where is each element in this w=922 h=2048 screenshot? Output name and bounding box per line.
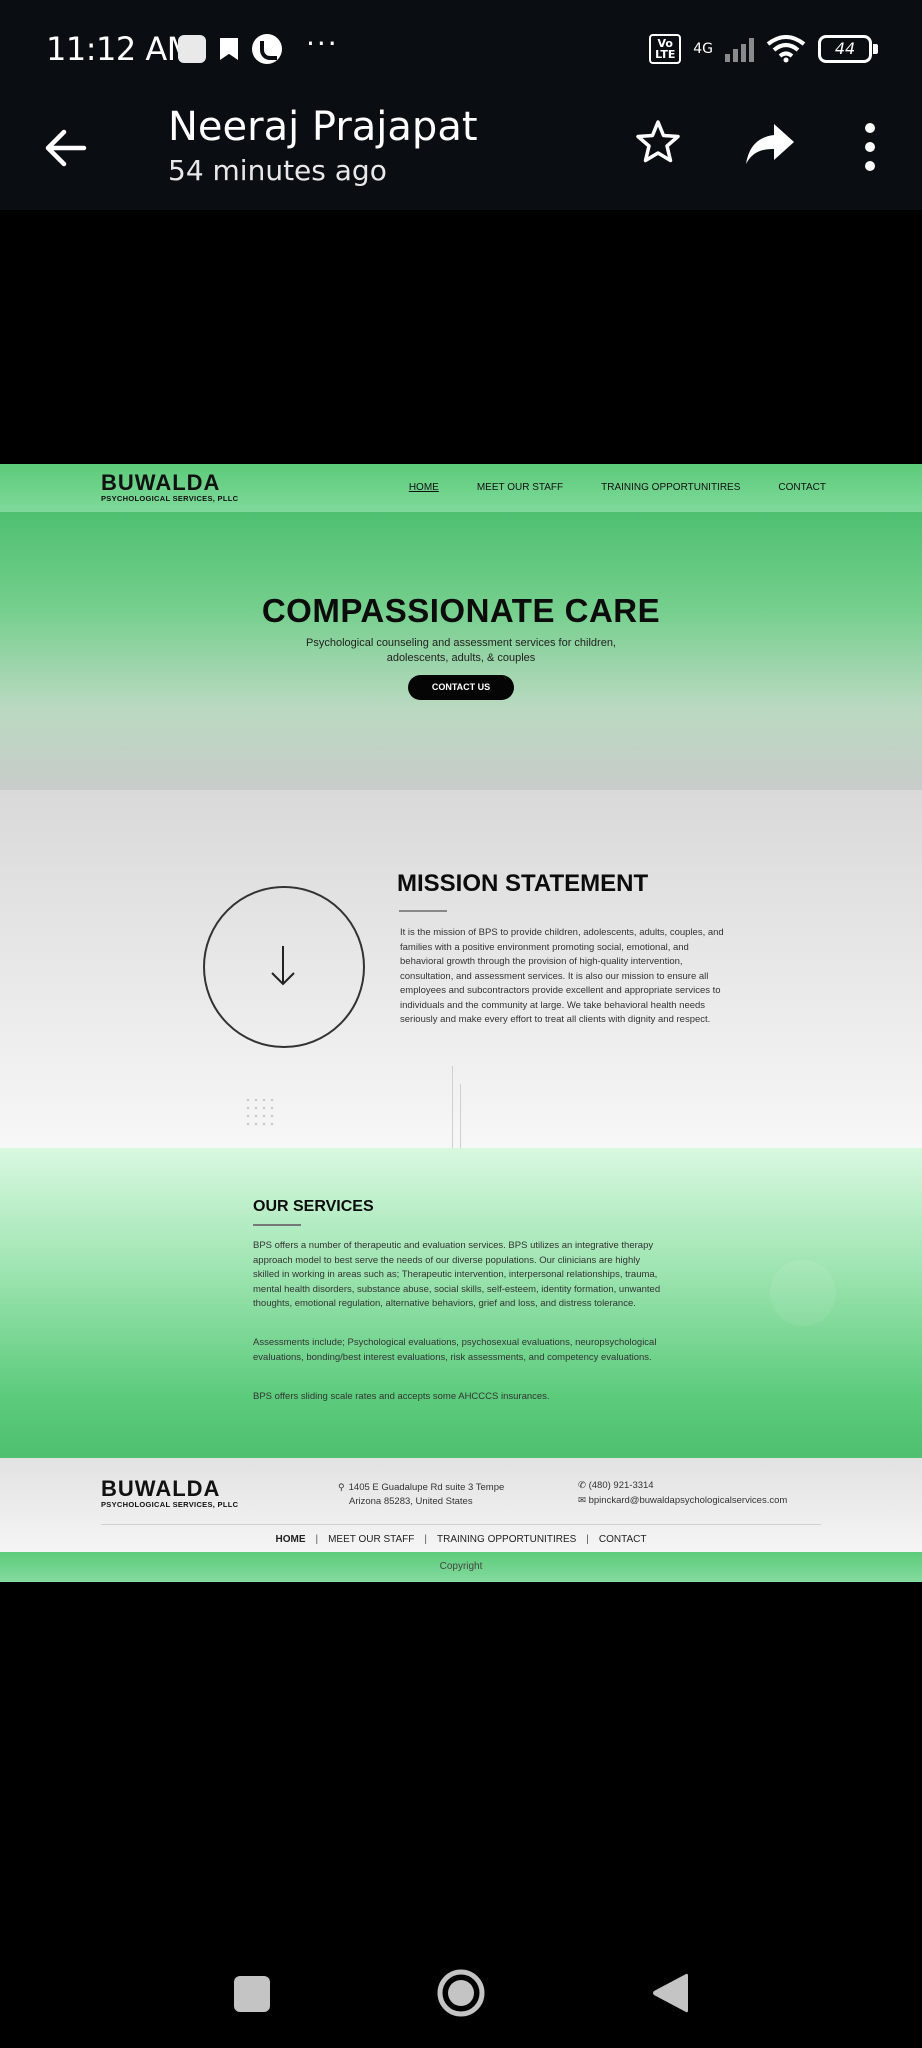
site-logo[interactable]: BUWALDA PSYCHOLOGICAL SERVICES, PLLC: [101, 470, 239, 504]
volte-icon: Vo LTE: [649, 34, 682, 64]
hero-description: Psychological counseling and assessment …: [306, 637, 616, 664]
star-icon[interactable]: [634, 118, 682, 166]
footer-link-home[interactable]: HOME: [275, 1534, 305, 1545]
footer-divider: [101, 1524, 821, 1525]
footer-phone[interactable]: (480) 921-3314: [589, 1480, 654, 1491]
footer-contact: ✆ (480) 921-3314 ✉ bpinckard@buwaldapsyc…: [578, 1478, 787, 1508]
sent-time: 54 minutes ago: [168, 154, 387, 187]
contact-us-button[interactable]: CONTACT US: [408, 675, 514, 700]
status-time: 11:12 AM: [46, 30, 194, 68]
sender-name: Neeraj Prajapat: [168, 104, 478, 150]
wifi-icon: [766, 35, 806, 63]
logo-name: BUWALDA: [101, 1476, 221, 1501]
shared-website-image[interactable]: BUWALDA PSYCHOLOGICAL SERVICES, PLLC HOM…: [0, 464, 922, 1582]
logo-tagline: PSYCHOLOGICAL SERVICES, PLLC: [101, 1500, 239, 1509]
system-icons: Vo LTE 4G 44: [649, 34, 878, 64]
footer-link-training[interactable]: TRAINING OPPORTUNITIRES: [437, 1534, 576, 1545]
decorative-line: [452, 1066, 453, 1152]
mission-divider: [399, 910, 447, 912]
bookmark-icon: [220, 38, 238, 60]
nav-link-home[interactable]: HOME: [409, 482, 439, 493]
phone-icon: [252, 34, 282, 64]
footer-logo[interactable]: BUWALDA PSYCHOLOGICAL SERVICES, PLLC: [101, 1476, 239, 1510]
location-pin-icon: ⚲: [338, 1482, 345, 1492]
more-notifications-icon: ···: [306, 26, 339, 60]
share-icon[interactable]: [744, 122, 796, 166]
logo-name: BUWALDA: [101, 470, 221, 495]
nav-link-meet-our-staff[interactable]: MEET OUR STAFF: [477, 482, 563, 493]
battery-icon: 44: [818, 35, 878, 63]
services-paragraph: BPS offers sliding scale rates and accep…: [253, 1391, 550, 1402]
recent-apps-button[interactable]: [234, 1976, 270, 2012]
mission-title: MISSION STATEMENT: [397, 870, 649, 897]
scroll-down-circle[interactable]: [203, 886, 365, 1048]
address-line-1: 1405 E Guadalupe Rd suite 3 Tempe: [348, 1482, 505, 1493]
mission-section: MISSION STATEMENT It is the mission of B…: [0, 790, 922, 1172]
back-arrow-icon[interactable]: [44, 126, 88, 170]
system-nav-bar: [0, 1940, 922, 2048]
footer-address: ⚲ 1405 E Guadalupe Rd suite 3 Tempe Ariz…: [338, 1480, 504, 1509]
copyright-bar: Copyright: [0, 1552, 922, 1582]
footer-nav: HOME | MEET OUR STAFF | TRAINING OPPORTUNITI…: [275, 1534, 647, 1545]
footer-email[interactable]: bpinckard@buwaldapsychologicalservices.c…: [589, 1495, 788, 1506]
services-title: OUR SERVICES: [253, 1198, 374, 1215]
app-bar: Neeraj Prajapat 54 minutes ago: [0, 104, 922, 210]
footer-link-meet-our-staff[interactable]: MEET OUR STAFF: [328, 1534, 414, 1545]
more-options-icon[interactable]: [858, 122, 882, 172]
footer-link-contact[interactable]: CONTACT: [599, 1534, 647, 1545]
email-icon: ✉: [578, 1495, 586, 1506]
services-section: OUR SERVICES BPS offers a number of ther…: [0, 1148, 922, 1458]
nav-link-training[interactable]: TRAINING OPPORTUNITIRES: [601, 482, 740, 493]
network-type-label: 4G: [693, 41, 713, 57]
arrow-down-icon: [271, 946, 295, 986]
site-navbar: BUWALDA PSYCHOLOGICAL SERVICES, PLLC HOM…: [0, 464, 922, 512]
hero-title: COMPASSIONATE CARE: [261, 592, 661, 629]
decorative-circle: [770, 1260, 836, 1326]
site-nav-links: HOME MEET OUR STAFF TRAINING OPPORTUNITI…: [409, 482, 826, 493]
status-bar: 11:12 AM ··· Vo LTE 4G 44: [0, 0, 922, 104]
services-paragraph: BPS offers a number of therapeutic and e…: [253, 1240, 661, 1309]
address-line-2: Arizona 85283, United States: [349, 1496, 473, 1507]
decorative-dots: [244, 1096, 278, 1126]
phone-icon: ✆: [578, 1480, 586, 1491]
home-button[interactable]: [436, 1968, 486, 2018]
app-notification-icon: [178, 35, 206, 63]
back-button[interactable]: [650, 1970, 690, 2016]
notification-icons: ···: [178, 27, 339, 64]
logo-tagline: PSYCHOLOGICAL SERVICES, PLLC: [101, 494, 239, 503]
hero-section: COMPASSIONATE CARE Psychological counsel…: [0, 512, 922, 790]
services-divider: [253, 1224, 301, 1226]
nav-link-contact[interactable]: CONTACT: [778, 482, 826, 493]
mission-text: It is the mission of BPS to provide chil…: [400, 927, 724, 1025]
services-paragraph: Assessments include; Psychological evalu…: [253, 1337, 657, 1363]
site-footer: BUWALDA PSYCHOLOGICAL SERVICES, PLLC ⚲ 1…: [0, 1458, 922, 1558]
signal-icon: [725, 36, 754, 62]
